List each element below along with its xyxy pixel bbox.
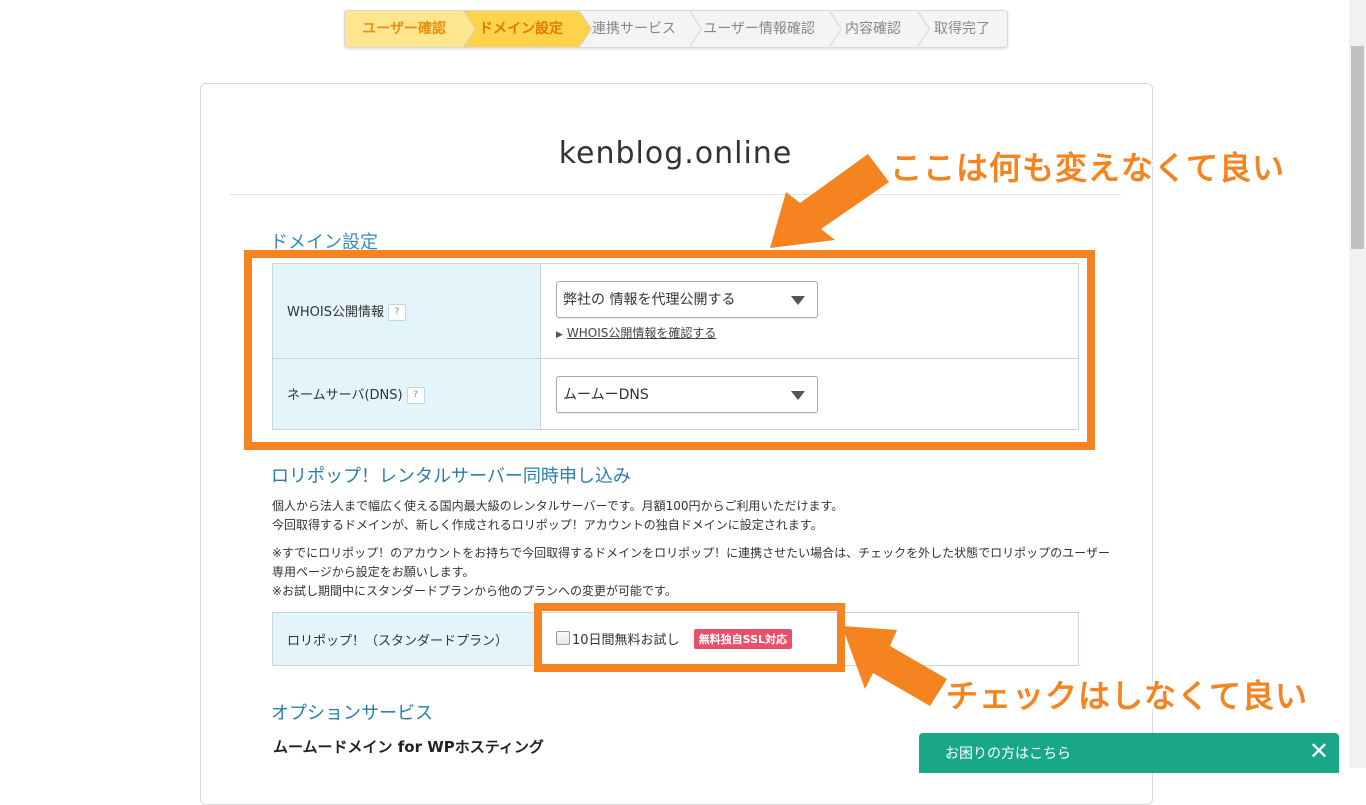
close-icon[interactable]: ✕ [1309, 737, 1329, 765]
help-chat-bar[interactable]: お困りの方はこちら ✕ [919, 733, 1339, 773]
arrow-top [770, 154, 889, 248]
arrow-bottom [842, 626, 947, 706]
help-chat-label[interactable]: お困りの方はこちら [945, 743, 1071, 763]
annotation-arrows [770, 154, 947, 706]
annotation-bottom-text: チェックはしなくて良い [946, 677, 1309, 715]
annotation-top-text: ここは何も変えなくて良い [890, 149, 1286, 187]
